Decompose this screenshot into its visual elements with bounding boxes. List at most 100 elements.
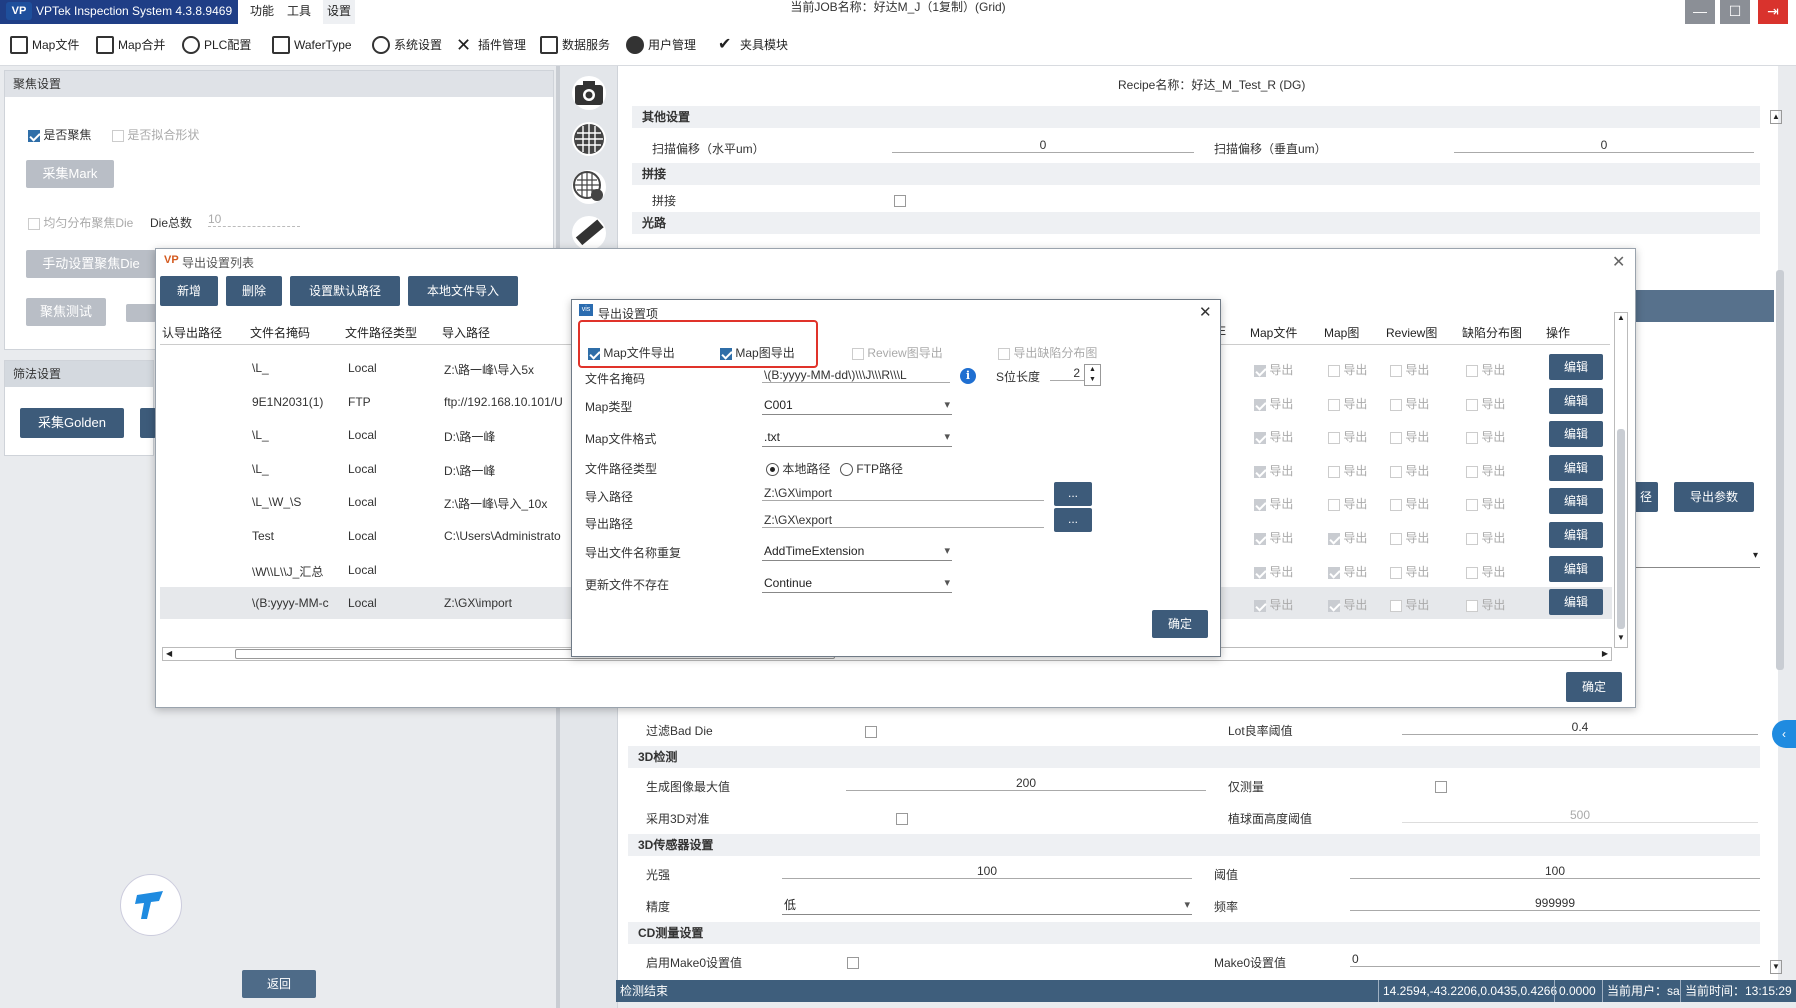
cell-map-image-checkbox[interactable]: [1328, 532, 1340, 545]
cell-review-checkbox[interactable]: [1390, 532, 1402, 545]
cell-map-image-checkbox[interactable]: [1328, 364, 1340, 377]
exit-button[interactable]: ⇥: [1758, 0, 1788, 24]
map-image-export-checkbox[interactable]: [720, 347, 732, 360]
toolbar-users[interactable]: 用户管理: [626, 33, 696, 57]
assistant-logo[interactable]: [120, 874, 182, 936]
s-length-spinner[interactable]: ▲ ▼: [1084, 364, 1101, 386]
cell-map-image[interactable]: 导出: [1328, 395, 1367, 412]
export-path-input[interactable]: Z:\GX\export: [762, 513, 1044, 528]
filter-extra-button[interactable]: [140, 408, 156, 438]
edit-button[interactable]: 编辑: [1549, 556, 1603, 582]
scan-offset-h-input[interactable]: 0: [892, 138, 1194, 153]
cell-review[interactable]: 导出: [1390, 462, 1429, 479]
precision-select[interactable]: 低: [782, 896, 1192, 915]
right-dropdown[interactable]: ▾: [1634, 550, 1760, 568]
toolbar-system[interactable]: 系统设置: [372, 33, 442, 57]
cell-review-checkbox[interactable]: [1390, 398, 1402, 411]
mask-input[interactable]: \(B:yyyy-MM-dd\)\\\J\\\R\\\L: [762, 368, 950, 383]
not-exist-select[interactable]: Continue: [762, 574, 952, 593]
scroll-up-arrow[interactable]: ▲: [1770, 110, 1782, 124]
uniform-checkbox[interactable]: [28, 217, 40, 230]
map-type-select[interactable]: C001: [762, 396, 952, 415]
cell-review-checkbox[interactable]: [1390, 599, 1402, 612]
import-path-input[interactable]: Z:\GX\import: [762, 486, 1044, 501]
cell-map-image[interactable]: 导出: [1328, 428, 1367, 445]
cell-map-file-checkbox[interactable]: [1254, 364, 1266, 377]
cell-map-file-checkbox[interactable]: [1254, 532, 1266, 545]
cell-review[interactable]: 导出: [1390, 395, 1429, 412]
cell-defect[interactable]: 导出: [1466, 462, 1505, 479]
edit-button[interactable]: 编辑: [1549, 488, 1603, 514]
cell-defect-checkbox[interactable]: [1466, 498, 1478, 511]
cell-map-file[interactable]: 导出: [1254, 395, 1293, 412]
cell-defect[interactable]: 导出: [1466, 428, 1505, 445]
gen-image-max-input[interactable]: 200: [846, 776, 1206, 791]
review-export-row[interactable]: Review图导出: [852, 344, 943, 361]
cell-map-image-checkbox[interactable]: [1328, 498, 1340, 511]
cell-review-checkbox[interactable]: [1390, 364, 1402, 377]
lot-threshold-input[interactable]: 0.4: [1402, 720, 1758, 735]
local-path-radio[interactable]: 本地路径: [766, 460, 830, 477]
cell-map-file-checkbox[interactable]: [1254, 398, 1266, 411]
light-intensity-input[interactable]: 100: [782, 864, 1192, 879]
cell-defect[interactable]: 导出: [1466, 361, 1505, 378]
toolbar-map-file[interactable]: Map文件: [10, 33, 79, 57]
cell-review-checkbox[interactable]: [1390, 465, 1402, 478]
cell-map-image[interactable]: 导出: [1328, 495, 1367, 512]
cell-map-file-checkbox[interactable]: [1254, 431, 1266, 444]
cell-map-file[interactable]: 导出: [1254, 462, 1293, 479]
import-browse-button[interactable]: ...: [1054, 482, 1092, 506]
cell-map-image-checkbox[interactable]: [1328, 599, 1340, 612]
cell-defect-checkbox[interactable]: [1466, 599, 1478, 612]
stitch-checkbox[interactable]: [894, 194, 906, 207]
cell-map-file-checkbox[interactable]: [1254, 599, 1266, 612]
focus-test-button[interactable]: 聚焦测试: [26, 298, 106, 326]
cell-review[interactable]: 导出: [1390, 428, 1429, 445]
export-params-button[interactable]: 导出参数: [1674, 482, 1754, 512]
defect-export-checkbox[interactable]: [998, 347, 1010, 360]
toolbar-fixture[interactable]: ✔ 夹具模块: [718, 33, 788, 57]
manual-focus-button[interactable]: 手动设置聚焦Die: [26, 250, 156, 278]
cell-review[interactable]: 导出: [1390, 495, 1429, 512]
cell-defect-checkbox[interactable]: [1466, 398, 1478, 411]
make0-value-input[interactable]: 0: [1350, 952, 1760, 967]
toolbar-plugins[interactable]: ✕ 插件管理: [456, 33, 526, 57]
cell-map-file-checkbox[interactable]: [1254, 566, 1266, 579]
cell-map-file-checkbox[interactable]: [1254, 465, 1266, 478]
scan-offset-v-input[interactable]: 0: [1454, 138, 1754, 153]
cell-review[interactable]: 导出: [1390, 529, 1429, 546]
ruler-icon[interactable]: [572, 216, 606, 250]
ball-height-input[interactable]: 500: [1402, 808, 1758, 823]
edit-button[interactable]: 编辑: [1549, 589, 1603, 615]
cell-map-file[interactable]: 导出: [1254, 361, 1293, 378]
map-file-export-checkbox[interactable]: [588, 347, 600, 360]
wafer-icon[interactable]: [572, 122, 606, 156]
list-scroll-up[interactable]: ▲: [1615, 313, 1627, 327]
cell-review-checkbox[interactable]: [1390, 431, 1402, 444]
edit-button[interactable]: 编辑: [1549, 421, 1603, 447]
only-measure-checkbox[interactable]: [1434, 780, 1447, 793]
export-item-ok-button[interactable]: 确定: [1152, 610, 1208, 638]
add-button[interactable]: 新增: [160, 276, 218, 306]
scroll-down-arrow[interactable]: ▼: [1770, 960, 1782, 974]
list-scroll-down[interactable]: ▼: [1615, 633, 1627, 647]
cell-map-file-checkbox[interactable]: [1254, 498, 1266, 511]
threshold-input[interactable]: 100: [1350, 864, 1760, 879]
collapse-tab-icon[interactable]: ‹: [1772, 720, 1796, 748]
cell-review[interactable]: 导出: [1390, 361, 1429, 378]
ftp-path-radio[interactable]: FTP路径: [840, 460, 903, 477]
dup-name-select[interactable]: AddTimeExtension: [762, 542, 952, 561]
cell-defect-checkbox[interactable]: [1466, 364, 1478, 377]
collect-golden-button[interactable]: 采集Golden: [20, 408, 124, 438]
is-focus-checkbox[interactable]: [28, 129, 40, 142]
toolbar-map-merge[interactable]: Map合并: [96, 33, 165, 57]
cell-map-image[interactable]: 导出: [1328, 462, 1367, 479]
export-list-close-icon[interactable]: ✕: [1612, 252, 1625, 272]
hidden-button[interactable]: [126, 304, 156, 322]
cell-review-checkbox[interactable]: [1390, 566, 1402, 579]
toolbar-plc[interactable]: PLC配置: [182, 33, 251, 57]
cell-map-file[interactable]: 导出: [1254, 563, 1293, 580]
cell-map-file[interactable]: 导出: [1254, 596, 1293, 613]
toolbar-wafertype[interactable]: WaferType: [272, 33, 352, 57]
make0-enable-checkbox[interactable]: [847, 956, 860, 969]
